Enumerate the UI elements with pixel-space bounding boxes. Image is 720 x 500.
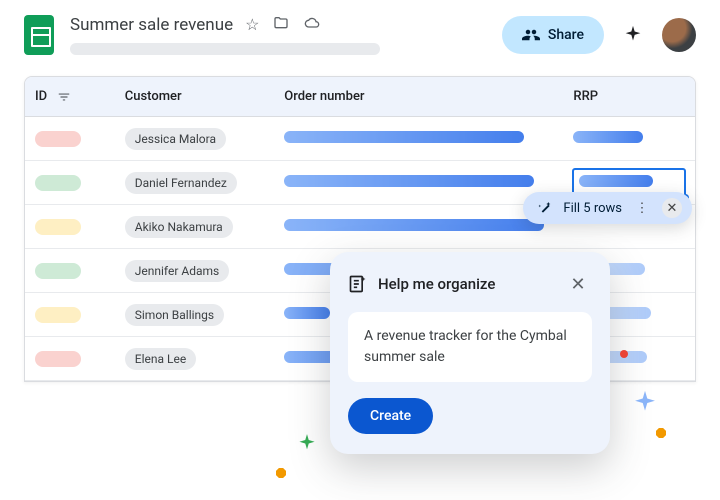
customer-chip[interactable]: Jennifer Adams [125, 260, 229, 282]
customer-chip[interactable]: Daniel Fernandez [125, 172, 237, 194]
order-value-bar [284, 131, 524, 143]
sparkle-decoration [276, 468, 286, 478]
col-rrp-label[interactable]: RRP [563, 77, 695, 116]
close-icon[interactable]: ✕ [564, 270, 592, 298]
status-pill [35, 175, 81, 191]
rrp-value-bar [579, 175, 653, 187]
move-folder-icon[interactable] [273, 15, 289, 35]
order-value-bar [284, 175, 534, 187]
smart-fill-label: Fill 5 rows [563, 201, 622, 216]
customer-chip[interactable]: Simon Ballings [125, 304, 224, 326]
share-label: Share [548, 27, 584, 43]
account-avatar[interactable] [662, 18, 696, 52]
organize-icon [348, 274, 368, 294]
people-icon [522, 26, 540, 44]
cloud-status-icon[interactable] [303, 15, 321, 35]
customer-chip[interactable]: Elena Lee [125, 348, 196, 370]
table-row[interactable]: Jessica Malora [25, 117, 695, 161]
customer-chip[interactable]: Akiko Nakamura [125, 216, 233, 238]
sparkle-decoration [620, 350, 628, 358]
close-icon[interactable]: ✕ [662, 198, 682, 218]
toolbar-placeholder [70, 43, 380, 55]
filter-icon[interactable] [57, 90, 71, 104]
col-customer-label[interactable]: Customer [115, 77, 275, 116]
rrp-value-bar [573, 131, 643, 143]
more-icon[interactable]: ⋮ [632, 198, 652, 218]
customer-chip[interactable]: Jessica Malora [125, 128, 226, 150]
order-value-bar [284, 307, 330, 319]
sparkle-decoration [294, 432, 320, 458]
order-value-bar [284, 219, 544, 231]
col-order-label[interactable]: Order number [274, 77, 563, 116]
status-pill [35, 263, 81, 279]
sparkle-decoration [656, 428, 666, 438]
status-pill [35, 219, 81, 235]
sheets-app-icon [24, 15, 54, 55]
doc-title[interactable]: Summer sale revenue [70, 15, 233, 35]
table-header: ID Customer Order number RRP [25, 77, 695, 117]
wand-icon [537, 200, 553, 216]
col-id-label[interactable]: ID [35, 89, 47, 104]
star-icon[interactable]: ☆ [245, 15, 259, 35]
gemini-icon[interactable] [622, 24, 644, 46]
organize-title: Help me organize [378, 275, 554, 293]
share-button[interactable]: Share [502, 16, 604, 54]
status-pill [35, 131, 81, 147]
organize-prompt-input[interactable]: A revenue tracker for the Cymbal summer … [348, 312, 592, 382]
smart-fill-chip[interactable]: Fill 5 rows ⋮ ✕ [523, 192, 692, 224]
status-pill [35, 307, 81, 323]
help-me-organize-card: Help me organize ✕ A revenue tracker for… [330, 252, 610, 454]
status-pill [35, 351, 81, 367]
sparkle-decoration [628, 388, 662, 422]
create-button[interactable]: Create [348, 398, 433, 434]
